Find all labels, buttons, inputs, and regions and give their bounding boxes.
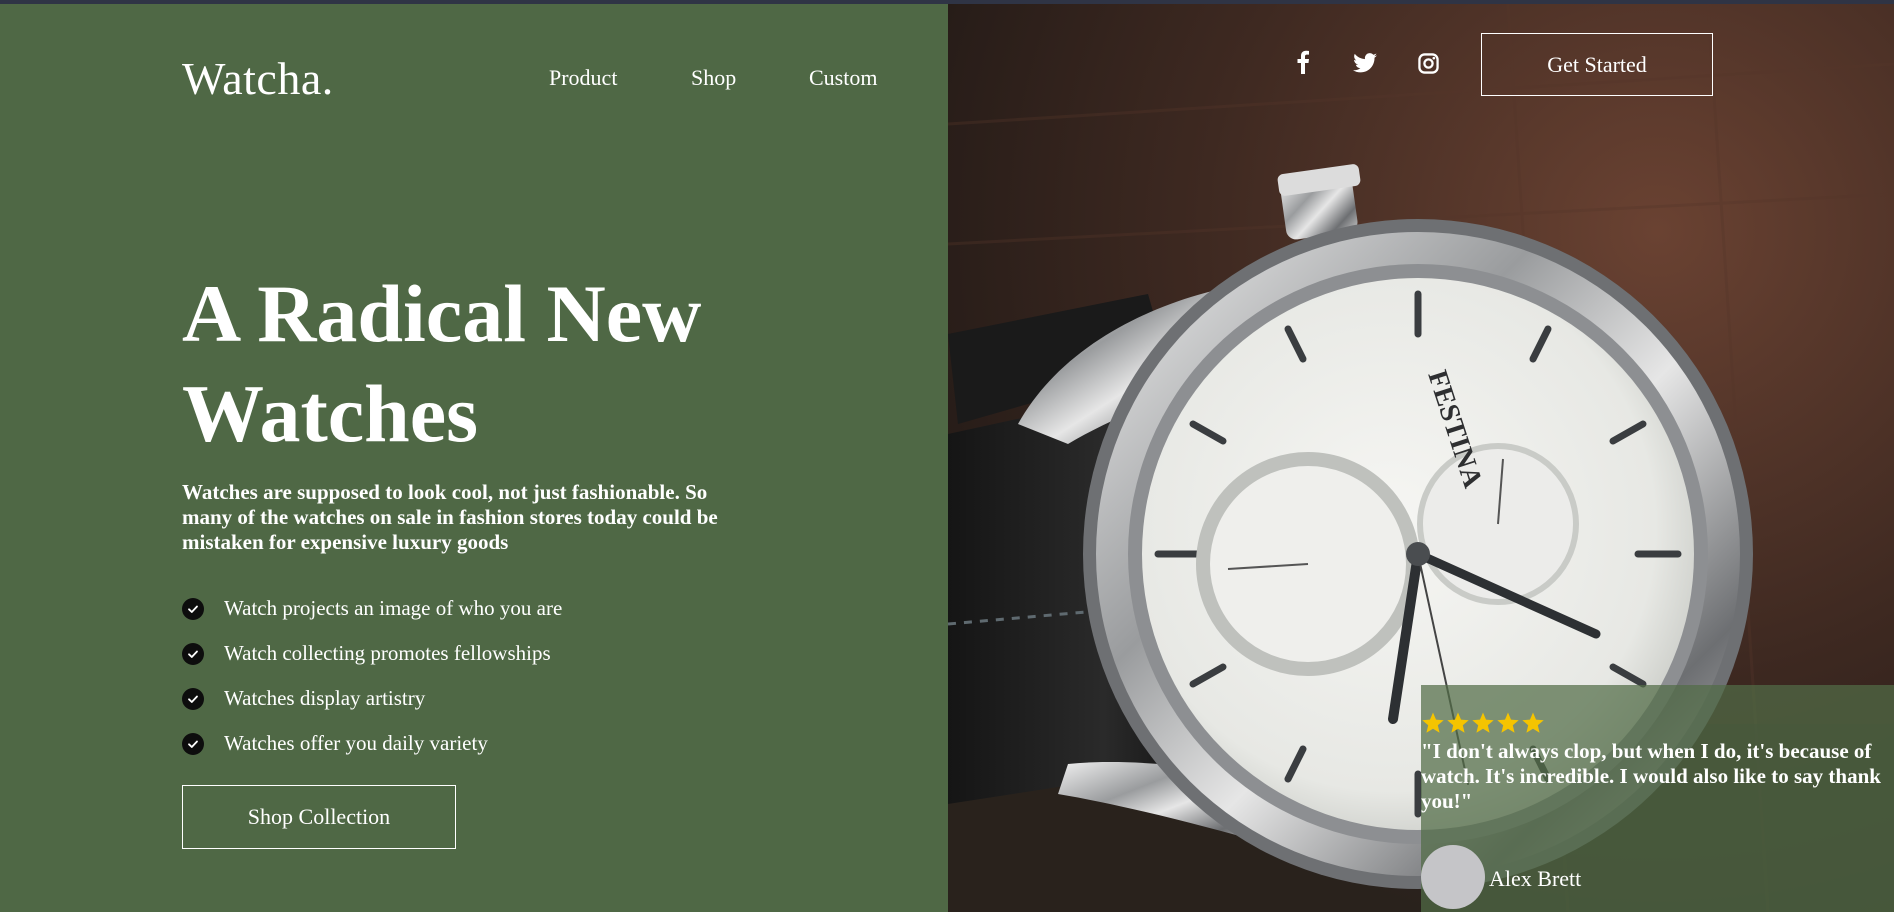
get-started-button[interactable]: Get Started [1481,33,1713,96]
hero-title-line-2: Watches [182,368,479,459]
hero-title-line-1: A Radical New [182,268,702,359]
nav-item-product[interactable]: Product [549,65,617,91]
check-icon [182,687,204,710]
feature-label: Watches display artistry [224,686,426,710]
hero-title: A Radical New Watches [182,264,862,464]
rating-stars [1421,711,1545,735]
list-item: Watches display artistry [182,676,562,721]
list-item: Watch projects an image of who you are [182,586,562,631]
instagram-icon[interactable] [1418,53,1439,79]
list-item: Watch collecting promotes fellowships [182,631,562,676]
facebook-icon[interactable] [1296,50,1310,79]
shop-collection-button[interactable]: Shop Collection [182,785,456,849]
check-icon [182,642,204,665]
feature-list: Watch projects an image of who you are W… [182,586,562,766]
star-icon [1472,712,1494,733]
star-icon [1497,712,1519,733]
star-icon [1422,712,1444,733]
testimonial-quote: "I don't always clop, but when I do, it'… [1421,739,1881,813]
check-icon [182,597,204,620]
check-icon [182,732,204,755]
feature-label: Watch projects an image of who you are [224,596,563,620]
nav-item-custom[interactable]: Custom [809,65,877,91]
brand-logo[interactable]: Watcha. [182,52,334,105]
feature-label: Watches offer you daily variety [224,731,488,755]
testimonial-card: "I don't always clop, but when I do, it'… [1421,685,1894,912]
page-bottom-edge [0,912,1894,918]
list-item: Watches offer you daily variety [182,721,562,766]
avatar [1421,845,1485,909]
testimonial-author: Alex Brett [1489,866,1582,891]
twitter-icon[interactable] [1353,53,1377,78]
nav-item-shop[interactable]: Shop [691,65,736,91]
hero-subtitle: Watches are supposed to look cool, not j… [182,480,718,554]
star-icon [1447,712,1469,733]
feature-label: Watch collecting promotes fellowships [224,641,551,665]
star-icon [1522,712,1544,733]
